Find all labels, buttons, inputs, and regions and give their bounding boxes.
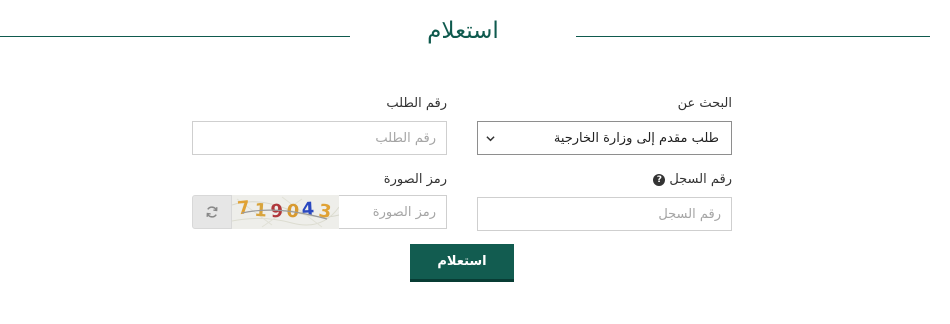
submit-inquiry-button[interactable]: استعلام	[410, 244, 514, 282]
search-by-field: البحث عن طلب مقدم إلى وزارة الخارجية	[477, 95, 732, 155]
captcha-field: رمز الصورة	[192, 171, 447, 189]
header-divider-left	[0, 36, 350, 37]
captcha-group: 7 1 9 0 4 3	[192, 195, 447, 229]
search-by-label-text: البحث عن	[677, 96, 732, 111]
svg-text:4: 4	[301, 199, 315, 221]
refresh-icon	[206, 206, 218, 218]
captcha-refresh-button[interactable]	[192, 195, 232, 229]
question-circle-icon[interactable]: ?	[653, 174, 666, 186]
request-number-field: رقم الطلب	[192, 95, 447, 155]
captcha-image: 7 1 9 0 4 3	[232, 195, 339, 229]
header-divider-right	[576, 36, 930, 37]
registry-number-label-text: رقم السجل	[669, 172, 732, 187]
registry-number-input[interactable]	[477, 197, 732, 231]
section-header: استعلام	[0, 14, 950, 54]
request-number-label: رقم الطلب	[192, 95, 447, 113]
page-title: استعلام	[427, 18, 499, 44]
svg-text:7: 7	[236, 197, 251, 219]
captcha-label: رمز الصورة	[192, 171, 447, 189]
chevron-down-icon	[486, 135, 495, 141]
captcha-label-text: رمز الصورة	[383, 172, 447, 187]
request-number-input[interactable]	[192, 121, 447, 155]
search-by-label: البحث عن	[477, 95, 732, 113]
request-number-label-text: رقم الطلب	[386, 96, 447, 111]
registry-number-field: رقم السجل ?	[477, 171, 732, 231]
search-by-select[interactable]: طلب مقدم إلى وزارة الخارجية	[477, 121, 732, 155]
svg-text:9: 9	[270, 201, 284, 223]
search-by-selected-value: طلب مقدم إلى وزارة الخارجية	[553, 130, 719, 146]
registry-number-label: رقم السجل ?	[477, 171, 732, 189]
captcha-input[interactable]	[339, 195, 447, 229]
